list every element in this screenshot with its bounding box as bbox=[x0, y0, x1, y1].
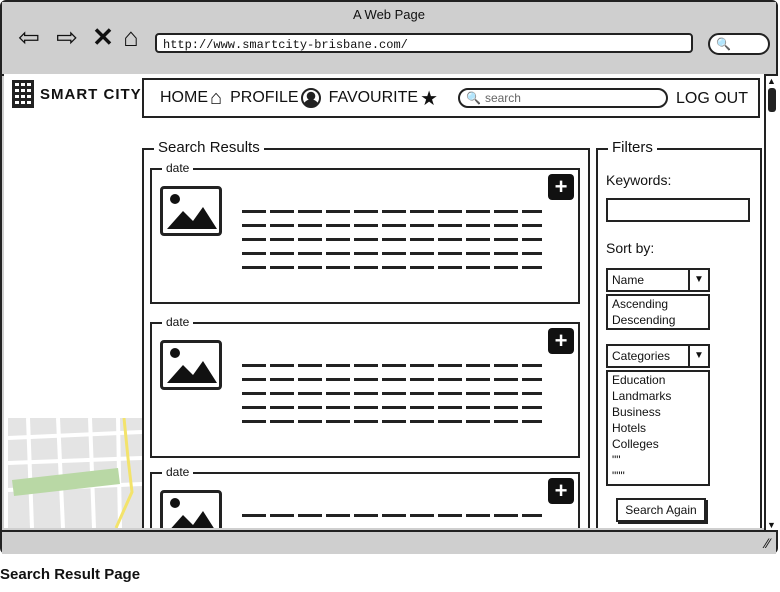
sort-option[interactable]: Ascending bbox=[612, 296, 704, 312]
nav-profile-label: PROFILE bbox=[230, 89, 299, 106]
window-title: A Web Page bbox=[352, 7, 426, 22]
back-arrow-icon[interactable]: ⇦ bbox=[14, 22, 44, 52]
resize-grip-icon[interactable]: ⁄⁄ bbox=[765, 535, 770, 551]
result-description bbox=[242, 514, 542, 528]
url-bar[interactable]: http://www.smartcity-brisbane.com/ bbox=[155, 33, 693, 53]
page-viewport: SMART CITY HOME ⌂ PROFILE FAVOURITE ★ 🔍 … bbox=[4, 74, 764, 528]
building-icon bbox=[12, 80, 34, 108]
search-icon: 🔍 bbox=[716, 37, 731, 51]
search-again-button[interactable]: Search Again bbox=[616, 498, 706, 522]
result-card[interactable]: date + bbox=[150, 161, 580, 304]
category-option[interactable]: Education bbox=[612, 372, 704, 388]
nav-home[interactable]: HOME ⌂ bbox=[160, 87, 222, 110]
search-results-panel: Search Results date + date + date + bbox=[142, 139, 590, 528]
add-favourite-button[interactable]: + bbox=[548, 174, 574, 200]
status-bar: ⁄⁄ bbox=[2, 530, 776, 554]
home-icon: ⌂ bbox=[210, 86, 223, 109]
filters-panel: Filters Keywords: Sort by: Name ▼ Ascend… bbox=[596, 139, 762, 528]
site-search-input[interactable]: 🔍 search bbox=[458, 88, 668, 108]
chevron-down-icon: ▼ bbox=[688, 346, 708, 366]
category-selected-value: Categories bbox=[612, 349, 671, 363]
scroll-thumb[interactable] bbox=[768, 88, 776, 112]
search-icon: 🔍 bbox=[466, 91, 481, 105]
map-thumbnail[interactable] bbox=[8, 418, 142, 528]
sort-option[interactable]: Descending bbox=[612, 312, 704, 328]
nav-favourite-label: FAVOURITE bbox=[328, 89, 419, 106]
category-option[interactable]: Hotels bbox=[612, 420, 704, 436]
scroll-down-icon[interactable]: ▼ bbox=[767, 520, 776, 530]
browser-window: A Web Page ⇦ ⇨ ✕ ⌂ http://www.smartcity-… bbox=[0, 0, 780, 554]
result-date: date bbox=[162, 465, 194, 479]
result-card[interactable]: date + bbox=[150, 315, 580, 458]
sort-label: Sort by: bbox=[606, 240, 655, 256]
keywords-label: Keywords: bbox=[606, 172, 672, 188]
category-option[interactable]: Colleges bbox=[612, 436, 704, 452]
title-bar: A Web Page ⇦ ⇨ ✕ ⌂ http://www.smartcity-… bbox=[2, 2, 776, 76]
category-option[interactable]: """ bbox=[612, 468, 704, 484]
page-caption: Search Result Page bbox=[0, 566, 141, 583]
sort-select[interactable]: Name ▼ bbox=[606, 268, 710, 292]
star-icon: ★ bbox=[420, 87, 438, 110]
add-favourite-button[interactable]: + bbox=[548, 478, 574, 504]
search-results-title: Search Results bbox=[154, 139, 264, 156]
category-select[interactable]: Categories ▼ bbox=[606, 344, 710, 368]
image-placeholder-icon bbox=[160, 186, 222, 236]
top-navigation: HOME ⌂ PROFILE FAVOURITE ★ 🔍 search LOG … bbox=[142, 78, 760, 118]
scroll-up-icon[interactable]: ▲ bbox=[767, 76, 776, 86]
nav-profile[interactable]: PROFILE bbox=[230, 88, 321, 108]
sort-order-list[interactable]: Ascending Descending bbox=[606, 294, 710, 330]
logout-link[interactable]: LOG OUT bbox=[676, 90, 748, 108]
search-placeholder: search bbox=[484, 91, 521, 105]
result-date: date bbox=[162, 161, 194, 175]
forward-arrow-icon[interactable]: ⇨ bbox=[52, 22, 82, 52]
add-favourite-button[interactable]: + bbox=[548, 328, 574, 354]
user-icon bbox=[300, 88, 321, 108]
nav-home-label: HOME bbox=[160, 89, 208, 106]
result-description bbox=[242, 210, 542, 280]
category-list[interactable]: Education Landmarks Business Hotels Coll… bbox=[606, 370, 710, 486]
category-option[interactable]: Landmarks bbox=[612, 388, 704, 404]
category-option[interactable]: "" bbox=[612, 452, 704, 468]
home-icon[interactable]: ⌂ bbox=[116, 22, 146, 52]
result-date: date bbox=[162, 315, 194, 329]
result-card[interactable]: date + bbox=[150, 465, 580, 528]
site-logo[interactable]: SMART CITY bbox=[12, 80, 142, 108]
filters-title: Filters bbox=[608, 139, 657, 156]
result-description bbox=[242, 364, 542, 434]
keywords-input[interactable] bbox=[606, 198, 750, 222]
category-option[interactable]: Business bbox=[612, 404, 704, 420]
chevron-down-icon: ▼ bbox=[688, 270, 708, 290]
sort-selected-value: Name bbox=[612, 273, 645, 287]
site-name: SMART CITY bbox=[40, 85, 142, 103]
nav-favourite[interactable]: FAVOURITE ★ bbox=[329, 86, 438, 111]
image-placeholder-icon bbox=[160, 340, 222, 390]
vertical-scrollbar[interactable]: ▲ ▼ bbox=[764, 76, 780, 530]
close-icon[interactable]: ✕ bbox=[88, 22, 118, 52]
image-placeholder-icon bbox=[160, 490, 222, 528]
browser-search-field[interactable]: 🔍 bbox=[708, 33, 770, 55]
